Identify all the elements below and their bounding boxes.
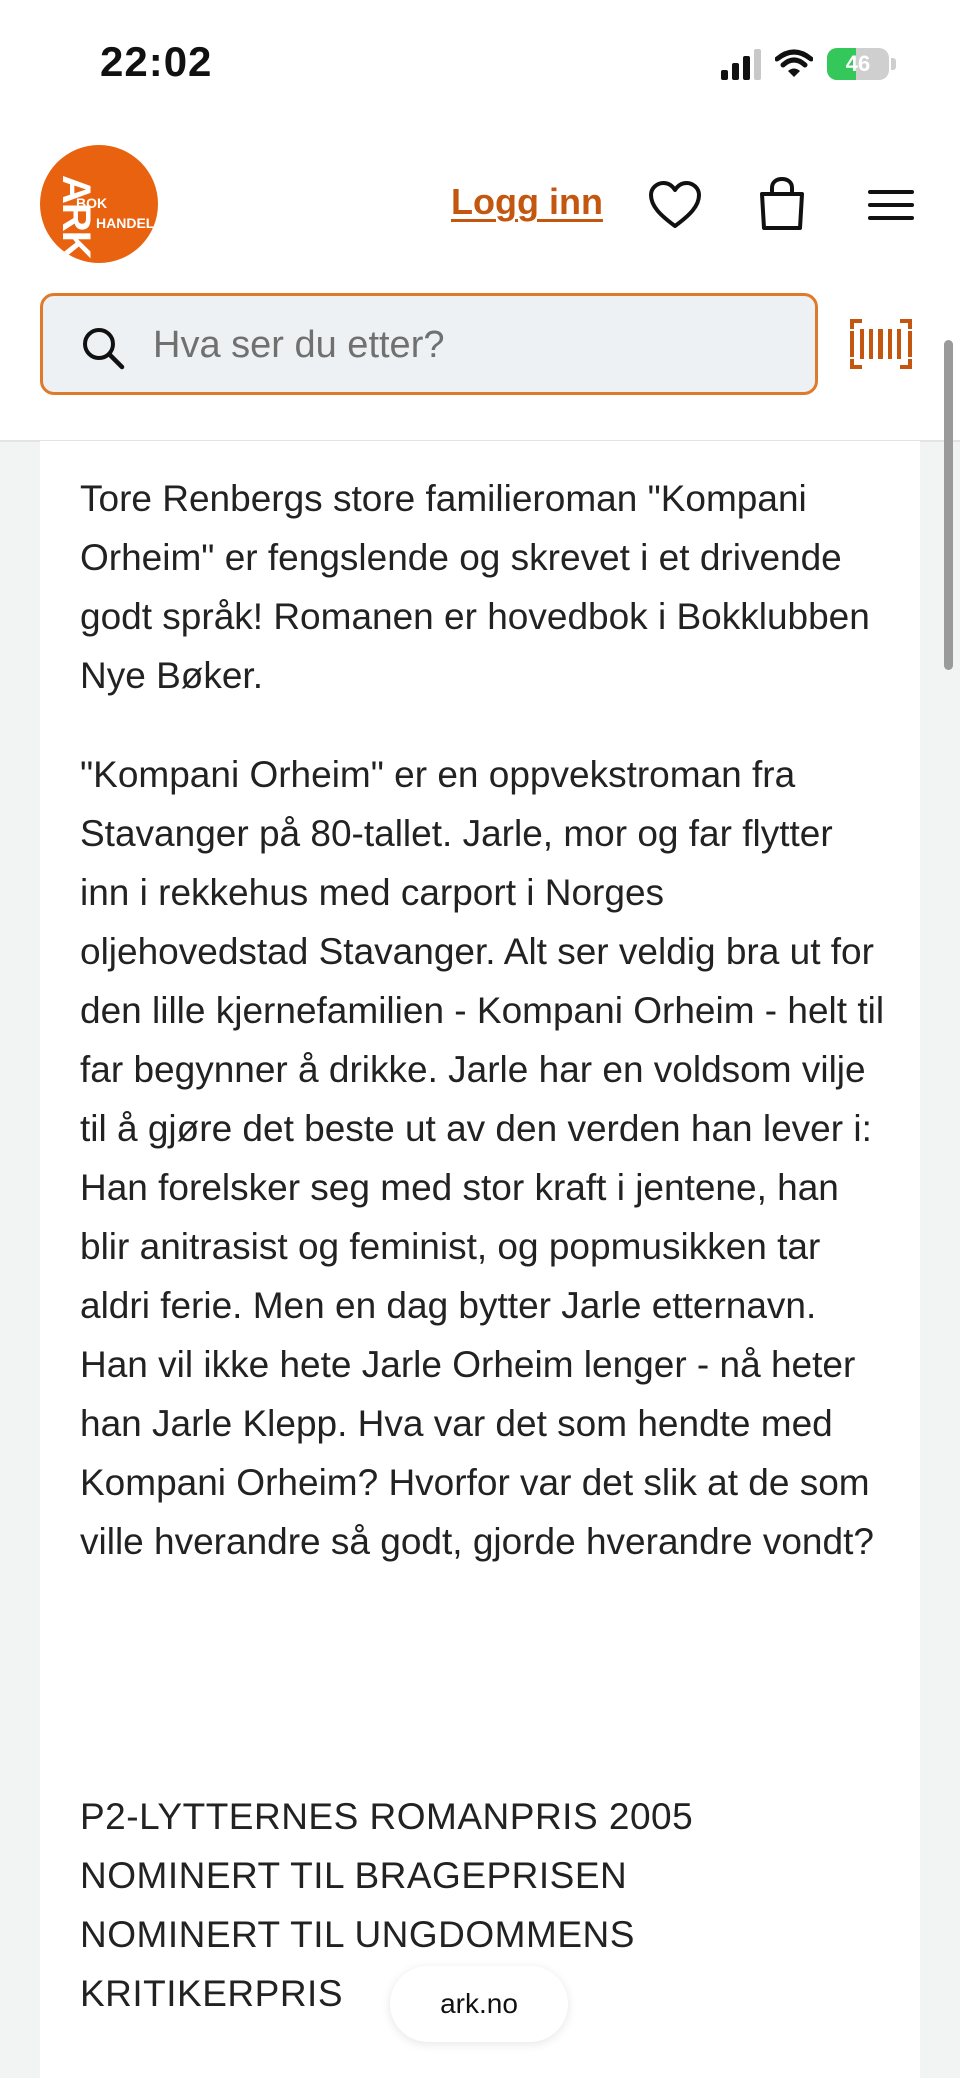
status-bar: 22:02 46 xyxy=(0,0,960,130)
search-placeholder: Hva ser du etter? xyxy=(153,324,445,366)
award-line: P2-LYTTERNES ROMANPRIS 2005 xyxy=(80,1796,694,1837)
logo-text-handel: HANDEL xyxy=(96,215,155,231)
wifi-icon xyxy=(775,49,813,77)
shopping-bag-icon xyxy=(760,176,804,230)
battery-icon: 46 xyxy=(827,48,889,80)
site-header: ARK BOK HANDEL Logg inn Hva ser du etter… xyxy=(0,130,960,442)
cart-button[interactable] xyxy=(757,176,807,237)
ark-bokhandel-logo[interactable]: ARK BOK HANDEL xyxy=(40,145,158,263)
awards-list: P2-LYTTERNES ROMANPRIS 2005 NOMINERT TIL… xyxy=(80,1787,693,2023)
status-icons: 46 xyxy=(721,44,896,84)
login-link[interactable]: Logg inn xyxy=(451,181,603,223)
award-line: KRITIKERPRIS xyxy=(80,1973,343,2014)
hamburger-menu-icon xyxy=(868,190,914,220)
description-intro: Tore Renbergs store familieroman "Kompan… xyxy=(80,478,870,696)
barcode-scan-button[interactable] xyxy=(848,317,914,376)
search-input[interactable]: Hva ser du etter? xyxy=(40,293,818,395)
logo-text-bok: BOK xyxy=(76,195,108,211)
product-description: Tore Renbergs store familieroman "Kompan… xyxy=(40,441,920,2078)
wishlist-button[interactable] xyxy=(648,180,702,235)
cellular-signal-icon xyxy=(721,48,761,80)
barcode-icon xyxy=(850,319,912,369)
page-scrollbar[interactable] xyxy=(944,340,953,670)
award-line: NOMINERT TIL BRAGEPRISEN xyxy=(80,1855,628,1896)
search-icon xyxy=(83,328,125,370)
award-line: NOMINERT TIL UNGDOMMENS xyxy=(80,1914,635,1955)
heart-icon xyxy=(649,181,701,228)
description-body: "Kompani Orheim" er en oppvekstroman fra… xyxy=(80,754,885,1562)
logo-text-ark: ARK xyxy=(54,175,98,259)
status-time: 22:02 xyxy=(100,38,213,85)
menu-button[interactable] xyxy=(868,188,914,227)
battery-level: 46 xyxy=(845,51,871,76)
browser-address-pill[interactable]: ark.no xyxy=(390,1966,568,2042)
